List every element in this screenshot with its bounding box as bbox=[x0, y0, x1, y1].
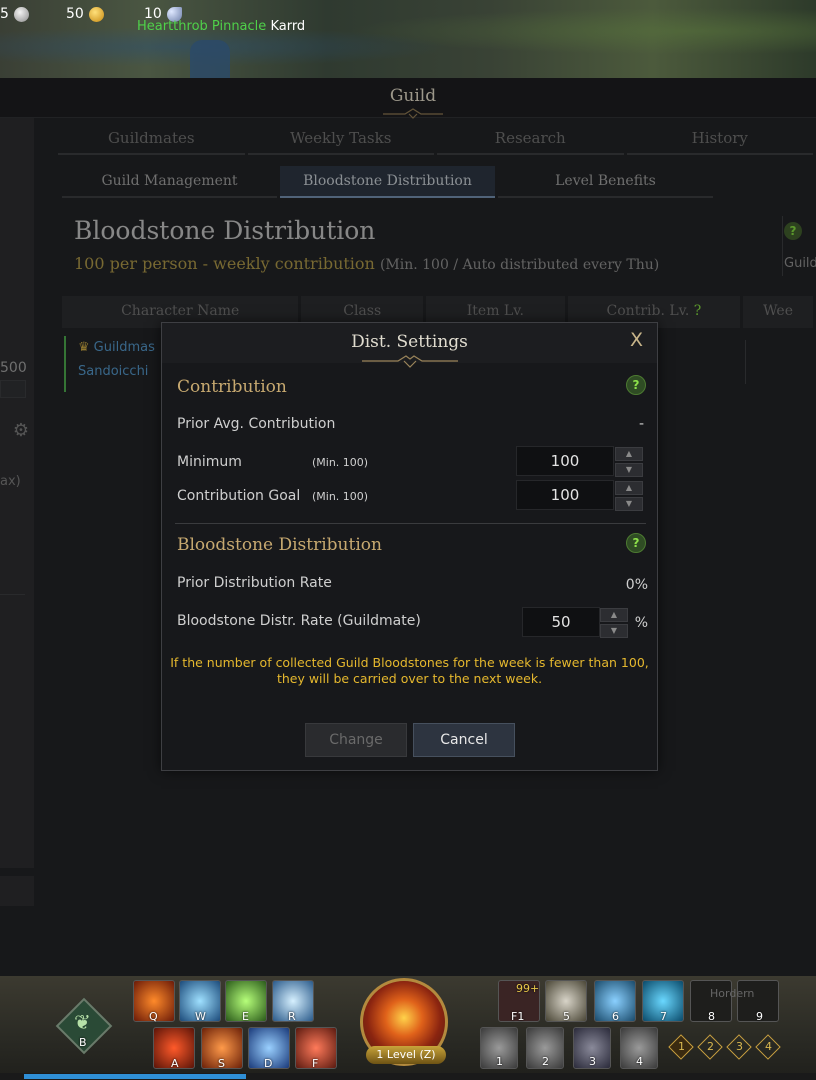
item-key-2: 2 bbox=[542, 1055, 549, 1068]
mount-key-label: B bbox=[79, 1036, 87, 1049]
gold-amount: 50 bbox=[66, 6, 84, 22]
item-key-3: 3 bbox=[589, 1055, 596, 1068]
game-world-background bbox=[0, 0, 816, 78]
contribution-help-icon[interactable]: ? bbox=[626, 375, 646, 395]
leaf-icon: ❦ bbox=[74, 1010, 91, 1034]
distr-rate-label: Bloodstone Distr. Rate (Guildmate) bbox=[177, 613, 421, 629]
item-key-1: 1 bbox=[496, 1055, 503, 1068]
silver-currency: 5 bbox=[0, 6, 29, 22]
silver-amount: 5 bbox=[0, 6, 9, 22]
chevron-up-icon[interactable]: ▲ bbox=[615, 447, 643, 461]
prior-distribution-rate-label: Prior Distribution Rate bbox=[177, 575, 332, 591]
skill-key-a: A bbox=[171, 1057, 179, 1070]
contribution-goal-stepper: ▲ ▼ bbox=[615, 481, 643, 511]
skill-key-f: F bbox=[312, 1057, 319, 1070]
cancel-button[interactable]: Cancel bbox=[413, 723, 515, 757]
prior-avg-contribution-value: - bbox=[638, 416, 644, 432]
chevron-up-icon[interactable]: ▲ bbox=[600, 608, 628, 622]
item-key-5: 5 bbox=[563, 1010, 570, 1023]
skill-key-r: R bbox=[288, 1010, 296, 1023]
warning-line-1: If the number of collected Guild Bloodst… bbox=[170, 655, 649, 670]
level-button[interactable]: 1 Level (Z) bbox=[366, 1046, 446, 1064]
minimum-label: Minimum bbox=[177, 454, 242, 470]
minimum-input[interactable]: 100 bbox=[516, 446, 614, 476]
prior-avg-contribution-label: Prior Avg. Contribution bbox=[177, 416, 336, 432]
distr-rate-input[interactable]: 50 bbox=[522, 607, 600, 637]
gold-currency: 50 bbox=[66, 6, 104, 22]
chevron-down-icon[interactable]: ▼ bbox=[615, 463, 643, 477]
chevron-up-icon[interactable]: ▲ bbox=[615, 481, 643, 495]
skill-key-d: D bbox=[264, 1057, 273, 1070]
player-title: Heartthrob Pinnacle bbox=[137, 19, 267, 34]
distribution-help-icon[interactable]: ? bbox=[626, 533, 646, 553]
item-key-4: 4 bbox=[636, 1055, 643, 1068]
potion-count: 99+ bbox=[516, 982, 540, 995]
percent-unit: % bbox=[634, 615, 648, 631]
awakening-key-2: 2 bbox=[707, 1040, 714, 1053]
warning-line-2: they will be carried over to the next we… bbox=[276, 671, 543, 686]
contribution-section-title: Contribution bbox=[177, 377, 287, 397]
contribution-goal-input[interactable]: 100 bbox=[516, 480, 614, 510]
silver-coin-icon bbox=[13, 6, 29, 22]
distribution-section-title: Bloodstone Distribution bbox=[177, 535, 382, 555]
player-nameplate: Heartthrob Pinnacle Karrd bbox=[137, 19, 305, 34]
skill-key-s: S bbox=[218, 1057, 225, 1070]
experience-bar-fill bbox=[24, 1074, 246, 1079]
carryover-warning: If the number of collected Guild Bloodst… bbox=[162, 655, 657, 687]
dialog-ornament-icon bbox=[362, 355, 458, 368]
contribution-goal-label: Contribution Goal bbox=[177, 488, 301, 504]
item-key-8: 8 bbox=[708, 1010, 715, 1023]
section-divider bbox=[175, 523, 646, 524]
item-key-7: 7 bbox=[660, 1010, 667, 1023]
skill-key-w: W bbox=[195, 1010, 206, 1023]
slot-9-text: Hordern bbox=[710, 987, 755, 1000]
item-key-9: 9 bbox=[756, 1010, 763, 1023]
close-icon[interactable]: X bbox=[630, 329, 643, 351]
chevron-down-icon[interactable]: ▼ bbox=[600, 624, 628, 638]
awakening-key-3: 3 bbox=[736, 1040, 743, 1053]
minimum-stepper: ▲ ▼ bbox=[615, 447, 643, 477]
awakening-key-1: 1 bbox=[678, 1040, 685, 1053]
item-key-f1: F1 bbox=[511, 1010, 525, 1023]
dist-settings-dialog: Dist. Settings X Contribution ? Prior Av… bbox=[161, 322, 658, 771]
dialog-title: Dist. Settings bbox=[351, 332, 468, 352]
prior-distribution-rate-value: 0% bbox=[625, 577, 648, 593]
gold-coin-icon bbox=[88, 6, 104, 22]
chevron-down-icon[interactable]: ▼ bbox=[615, 497, 643, 511]
skill-key-e: E bbox=[242, 1010, 249, 1023]
player-character bbox=[190, 40, 230, 78]
change-button[interactable]: Change bbox=[305, 723, 407, 757]
skill-key-q: Q bbox=[149, 1010, 158, 1023]
minimum-hint: (Min. 100) bbox=[312, 456, 369, 469]
contribution-goal-hint: (Min. 100) bbox=[312, 490, 369, 503]
item-key-6: 6 bbox=[612, 1010, 619, 1023]
player-name: Karrd bbox=[270, 19, 306, 34]
awakening-key-4: 4 bbox=[765, 1040, 772, 1053]
distr-rate-stepper: ▲ ▼ bbox=[600, 608, 628, 638]
